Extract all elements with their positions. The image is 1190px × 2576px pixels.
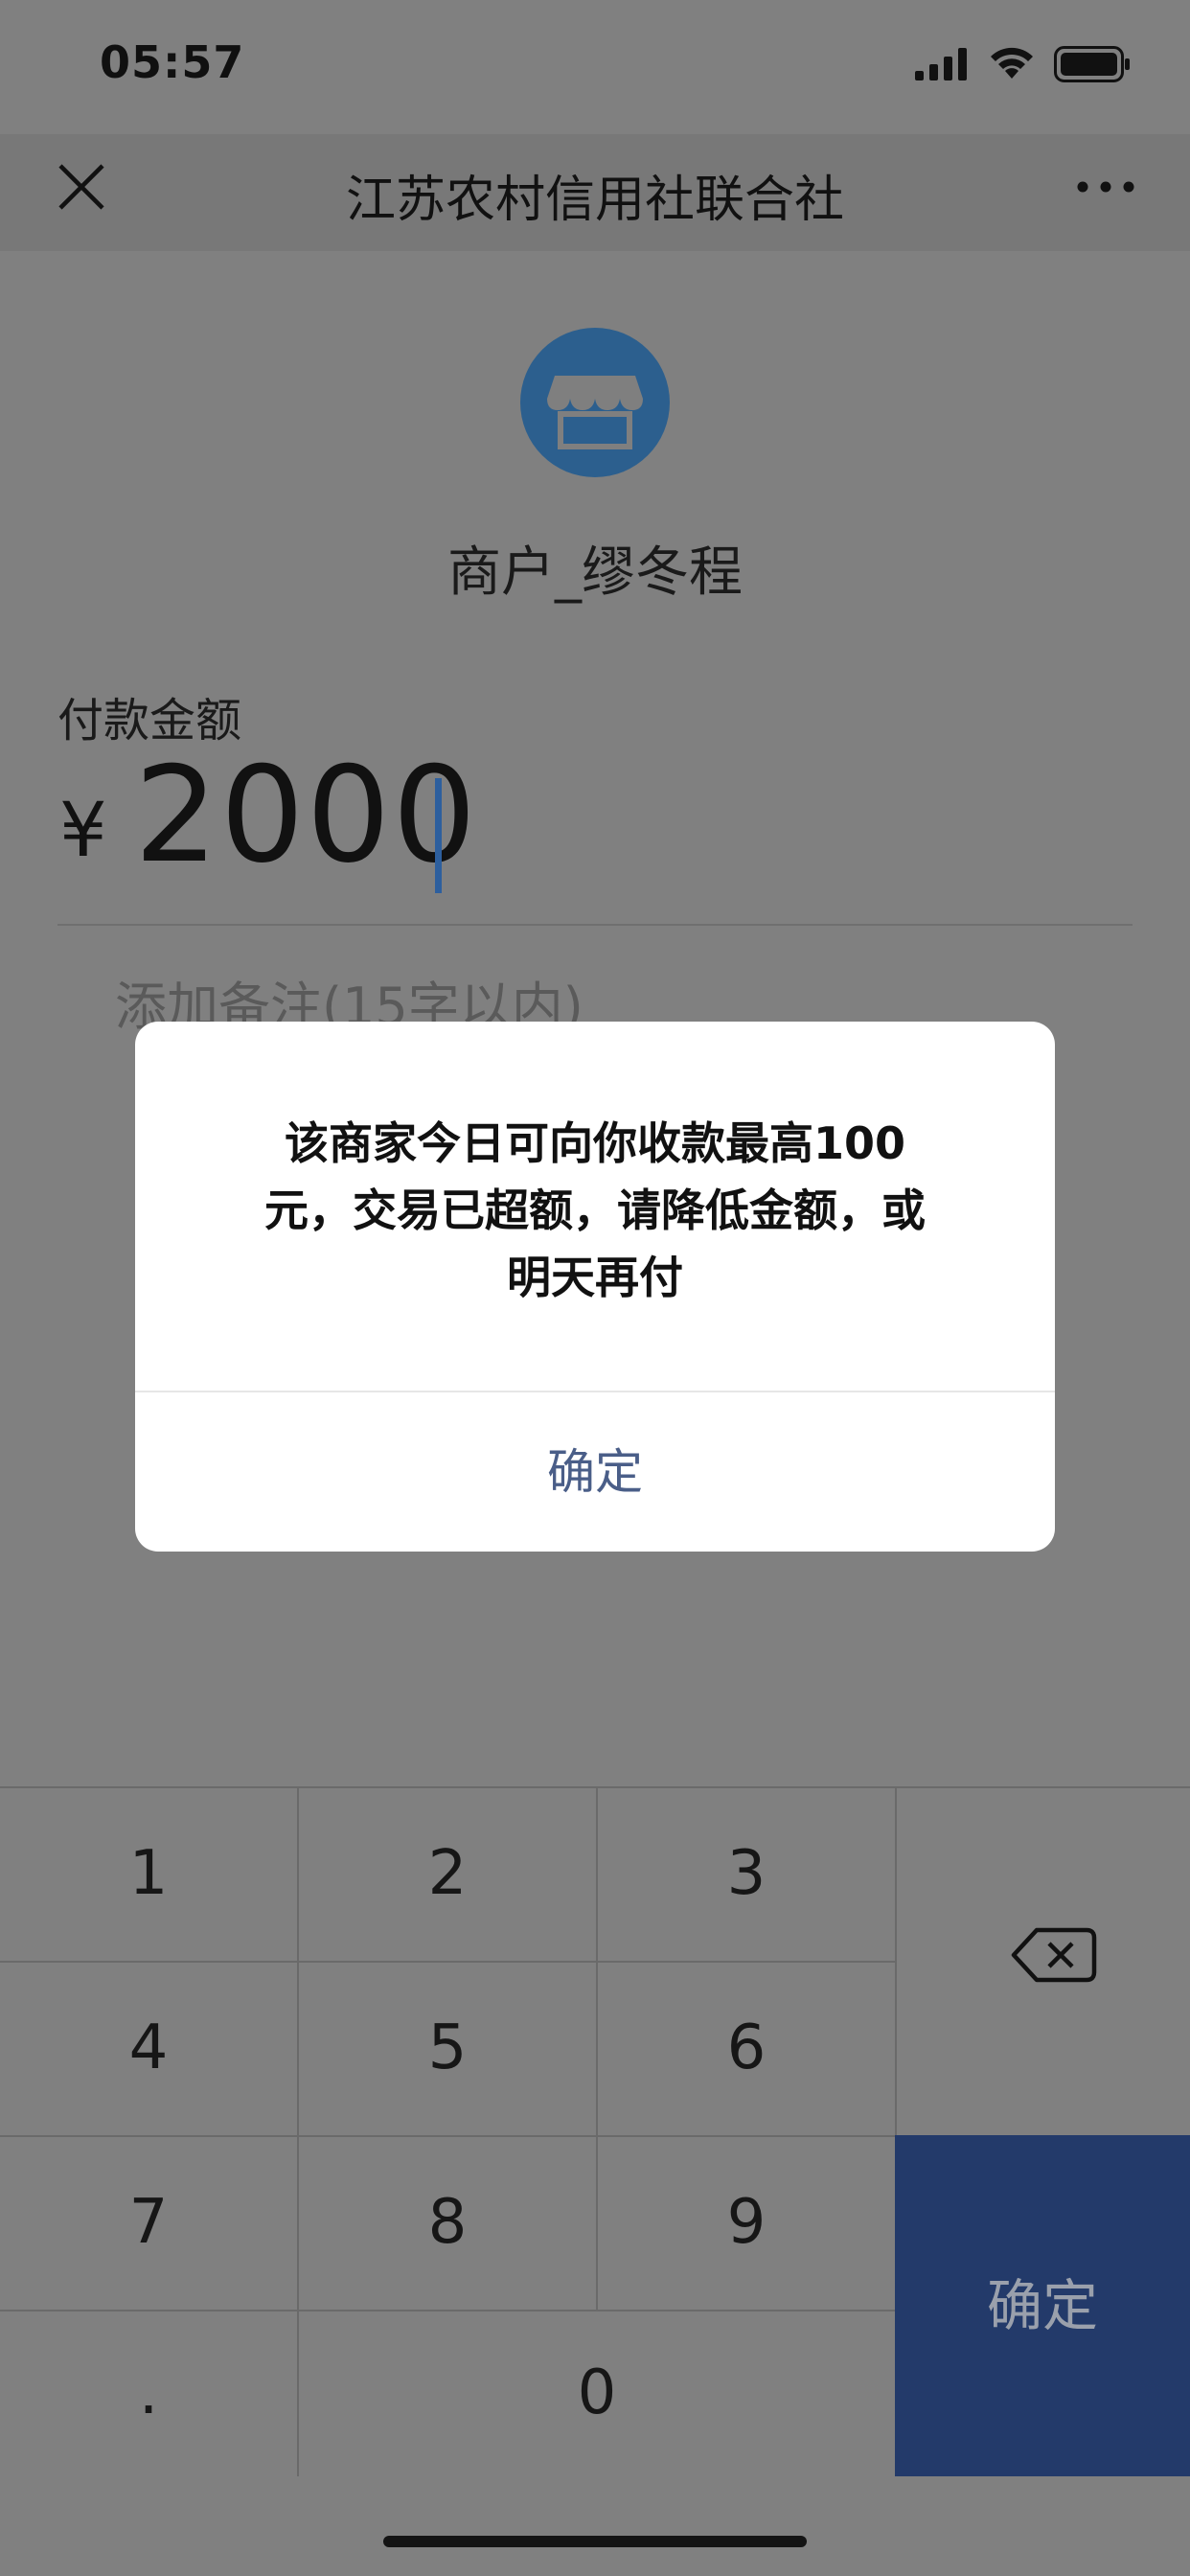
- key-8[interactable]: 8: [299, 2135, 596, 2310]
- backspace-key[interactable]: [895, 1786, 1190, 2135]
- nav-bar: 江苏农村信用社联合社: [0, 134, 1190, 251]
- currency-symbol: ¥: [59, 788, 107, 874]
- merchant-avatar: [520, 328, 670, 477]
- store-icon: [547, 376, 643, 449]
- more-dots-icon: [1077, 181, 1134, 193]
- key-4[interactable]: 4: [0, 1961, 297, 2135]
- key-3[interactable]: 3: [598, 1786, 895, 1961]
- key-5[interactable]: 5: [299, 1961, 596, 2135]
- status-bar: 05:57: [0, 0, 1190, 134]
- key-decimal[interactable]: .: [0, 2310, 297, 2476]
- backspace-icon: [1011, 1927, 1097, 1983]
- keypad-confirm-button[interactable]: 确定: [895, 2135, 1190, 2476]
- amount-input[interactable]: 2000: [134, 749, 478, 882]
- dialog-message-line: 明天再付: [507, 1252, 683, 1303]
- dialog-message-line: 元，交易已超额，请降低金额，或: [264, 1184, 926, 1236]
- alert-dialog: 该商家今日可向你收款最高100 元，交易已超额，请降低金额，或 明天再付 确定: [135, 1022, 1055, 1552]
- status-time: 05:57: [100, 36, 245, 88]
- key-2[interactable]: 2: [299, 1786, 596, 1961]
- key-1[interactable]: 1: [0, 1786, 297, 1961]
- more-button[interactable]: [1073, 172, 1140, 201]
- key-7[interactable]: 7: [0, 2135, 297, 2310]
- dialog-confirm-button[interactable]: 确定: [135, 1392, 1055, 1552]
- merchant-name: 商户_缪冬程: [447, 541, 743, 604]
- cellular-signal-icon: [915, 48, 969, 84]
- key-9[interactable]: 9: [598, 2135, 895, 2310]
- key-0[interactable]: 0: [299, 2310, 895, 2476]
- amount-divider: [57, 924, 1133, 926]
- wifi-icon: [987, 44, 1037, 84]
- text-caret: [435, 778, 442, 893]
- key-6[interactable]: 6: [598, 1961, 895, 2135]
- battery-icon: [1054, 46, 1131, 86]
- numeric-keypad: 1 2 3 4 5 6 7 8 9 . 0 确定: [0, 1786, 1190, 2476]
- dialog-message-line: 该商家今日可向你收款最高100: [284, 1117, 906, 1169]
- dialog-message: 该商家今日可向你收款最高100 元，交易已超额，请降低金额，或 明天再付: [193, 1110, 997, 1311]
- page-title: 江苏农村信用社联合社: [345, 172, 844, 229]
- home-indicator[interactable]: [383, 2536, 807, 2547]
